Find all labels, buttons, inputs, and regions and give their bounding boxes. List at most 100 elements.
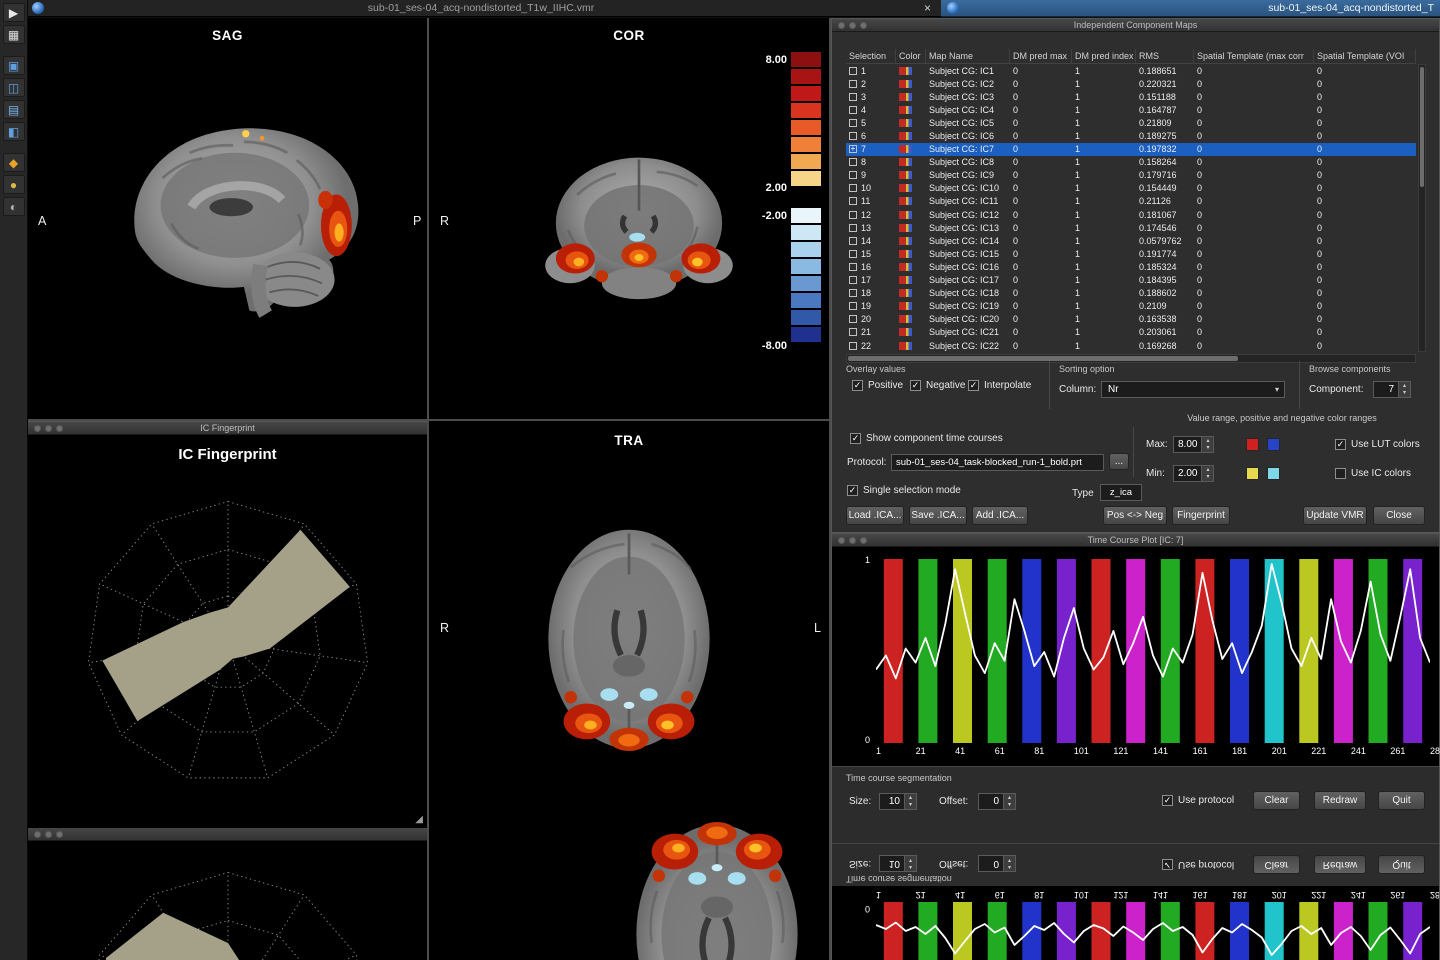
column-header[interactable]: Spatial Template (VOI	[1314, 49, 1416, 63]
component-spinner[interactable]: 7	[1373, 381, 1411, 398]
row-checkbox[interactable]	[849, 302, 857, 310]
single-selection-checkbox[interactable]	[847, 485, 858, 496]
row-checkbox[interactable]	[849, 224, 857, 232]
quit-button[interactable]: Quit	[1378, 791, 1425, 810]
grid-icon[interactable]: ▦	[3, 25, 25, 44]
row-checkbox[interactable]	[849, 184, 857, 192]
fingerprint-titlebar-2[interactable]	[28, 828, 427, 841]
hscroll-handle[interactable]	[848, 356, 1238, 361]
table-row[interactable]: 13Subject CG: IC13010.17454600	[846, 221, 1416, 234]
use-lut-option[interactable]: Use LUT colors	[1335, 439, 1420, 450]
spinner-up-icon[interactable]	[1399, 382, 1410, 390]
row-checkbox[interactable]	[849, 315, 857, 323]
negative-checkbox[interactable]	[910, 380, 921, 391]
column-header[interactable]: DM pred index	[1072, 49, 1136, 63]
interpolate-checkbox[interactable]	[968, 380, 979, 391]
table-row[interactable]: 8Subject CG: IC8010.15826400	[846, 156, 1416, 169]
row-checkbox[interactable]	[849, 250, 857, 258]
tc-titlebar[interactable]: Time Course Plot [IC: 7]	[832, 534, 1439, 547]
fingerprint-button[interactable]: Fingerprint	[1172, 506, 1230, 525]
row-checkbox[interactable]	[849, 80, 857, 88]
row-checkbox[interactable]	[849, 132, 857, 140]
positive-checkbox[interactable]	[852, 380, 863, 391]
close-icon[interactable]	[918, 1, 937, 15]
table-row[interactable]: 10Subject CG: IC10010.15444900	[846, 182, 1416, 195]
vscroll-handle[interactable]	[1420, 67, 1424, 187]
pos-neg-button[interactable]: Pos <-> Neg	[1103, 506, 1167, 525]
row-checkbox[interactable]	[849, 67, 857, 75]
row-checkbox[interactable]	[849, 276, 857, 284]
max-spinner[interactable]: 8.00	[1173, 436, 1214, 453]
fingerprint-window[interactable]: IC Fingerprint IC Fingerprint	[28, 421, 427, 828]
coronal-view[interactable]: COR R 8.00 2.00 -2.00 -8.00	[429, 18, 829, 420]
cursor-icon[interactable]: ▶	[3, 3, 25, 22]
spinner-up-icon[interactable]	[1202, 466, 1213, 474]
table-row[interactable]: 5Subject CG: IC5010.2180900	[846, 116, 1416, 129]
spinner-down-icon[interactable]	[1202, 474, 1213, 482]
column-header[interactable]: RMS	[1136, 49, 1194, 63]
type-value-box[interactable]: z_ica	[1100, 484, 1142, 501]
spinner-up-icon[interactable]	[905, 794, 916, 802]
size-spinner[interactable]: 10	[879, 793, 917, 810]
sag-brain-image[interactable]	[108, 103, 398, 353]
spinner-down-icon[interactable]	[905, 802, 916, 810]
spinner-down-icon[interactable]	[1004, 802, 1015, 810]
mesh-view-icon[interactable]: ◧	[3, 122, 25, 141]
row-checkbox[interactable]	[849, 263, 857, 271]
use-lut-checkbox[interactable]	[1335, 439, 1346, 450]
table-horizontal-scrollbar[interactable]	[846, 354, 1416, 363]
table-row[interactable]: 16Subject CG: IC16010.18532400	[846, 260, 1416, 273]
tc-window-dots[interactable]	[838, 537, 867, 544]
spinner-up-icon[interactable]	[1202, 437, 1213, 445]
row-checkbox[interactable]: +	[849, 145, 857, 153]
close-button[interactable]: Close	[1373, 506, 1425, 525]
transversal-view[interactable]: TRA R L	[429, 421, 829, 960]
negative-color-swatch-2[interactable]	[1267, 467, 1280, 480]
min-spinner[interactable]: 2.00	[1173, 465, 1214, 482]
sort-column-dropdown[interactable]: Nr	[1101, 381, 1285, 398]
row-checkbox[interactable]	[849, 328, 857, 336]
tra-brain-image[interactable]	[517, 503, 741, 775]
cor-brain-image[interactable]	[524, 140, 754, 338]
fingerprint-titlebar[interactable]: IC Fingerprint	[28, 422, 427, 435]
table-row[interactable]: +7Subject CG: IC7010.19783200	[846, 143, 1416, 156]
positive-option[interactable]: Positive	[852, 380, 903, 391]
use-ic-checkbox[interactable]	[1335, 468, 1346, 479]
redraw-button[interactable]: Redraw	[1314, 791, 1366, 810]
table-row[interactable]: 6Subject CG: IC6010.18927500	[846, 129, 1416, 142]
table-row[interactable]: 22Subject CG: IC22010.16926800	[846, 339, 1416, 352]
tra-brain-image[interactable]	[605, 798, 829, 960]
show-time-courses-checkbox[interactable]	[850, 433, 861, 444]
protocol-field[interactable]: sub-01_ses-04_task-blocked_run-1_bold.pr…	[891, 454, 1104, 471]
single-selection-option[interactable]: Single selection mode	[847, 485, 961, 496]
paint-bucket-icon[interactable]: ◆	[3, 153, 25, 172]
row-checkbox[interactable]	[849, 197, 857, 205]
table-row[interactable]: 14Subject CG: IC14010.057976200	[846, 234, 1416, 247]
table-row[interactable]: 15Subject CG: IC15010.19177400	[846, 247, 1416, 260]
table-row[interactable]: 21Subject CG: IC21010.20306100	[846, 326, 1416, 339]
background-window-titlebar[interactable]: sub-01_ses-04_acq-nondistorted_T	[941, 0, 1440, 17]
column-header[interactable]: DM pred max	[1010, 49, 1072, 63]
negative-color-swatch[interactable]	[1246, 467, 1259, 480]
use-ic-option[interactable]: Use IC colors	[1335, 468, 1411, 479]
contrast-icon[interactable]: ◐	[3, 197, 25, 216]
view-3d-icon[interactable]: ▣	[3, 56, 25, 75]
show-time-courses-option[interactable]: Show component time courses	[850, 433, 1003, 444]
column-header[interactable]: Color	[896, 49, 926, 63]
table-row[interactable]: 4Subject CG: IC4010.16478700	[846, 103, 1416, 116]
column-header[interactable]: Spatial Template (max corr	[1194, 49, 1314, 63]
icm-dialog[interactable]: Independent Component Maps SelectionColo…	[831, 18, 1440, 533]
spinner-down-icon[interactable]	[1202, 445, 1213, 453]
table-row[interactable]: 20Subject CG: IC20010.16353800	[846, 313, 1416, 326]
row-checkbox[interactable]	[849, 211, 857, 219]
fingerprint-window-2[interactable]	[28, 828, 427, 960]
row-checkbox[interactable]	[849, 106, 857, 114]
slice-view-icon[interactable]: ◫	[3, 78, 25, 97]
row-checkbox[interactable]	[849, 93, 857, 101]
interpolate-option[interactable]: Interpolate	[968, 380, 1031, 391]
row-checkbox[interactable]	[849, 158, 857, 166]
positive-color-swatch[interactable]	[1246, 438, 1259, 451]
offset-spinner[interactable]: 0	[978, 793, 1016, 810]
table-row[interactable]: 11Subject CG: IC11010.2112600	[846, 195, 1416, 208]
table-row[interactable]: 2Subject CG: IC2010.22032100	[846, 77, 1416, 90]
